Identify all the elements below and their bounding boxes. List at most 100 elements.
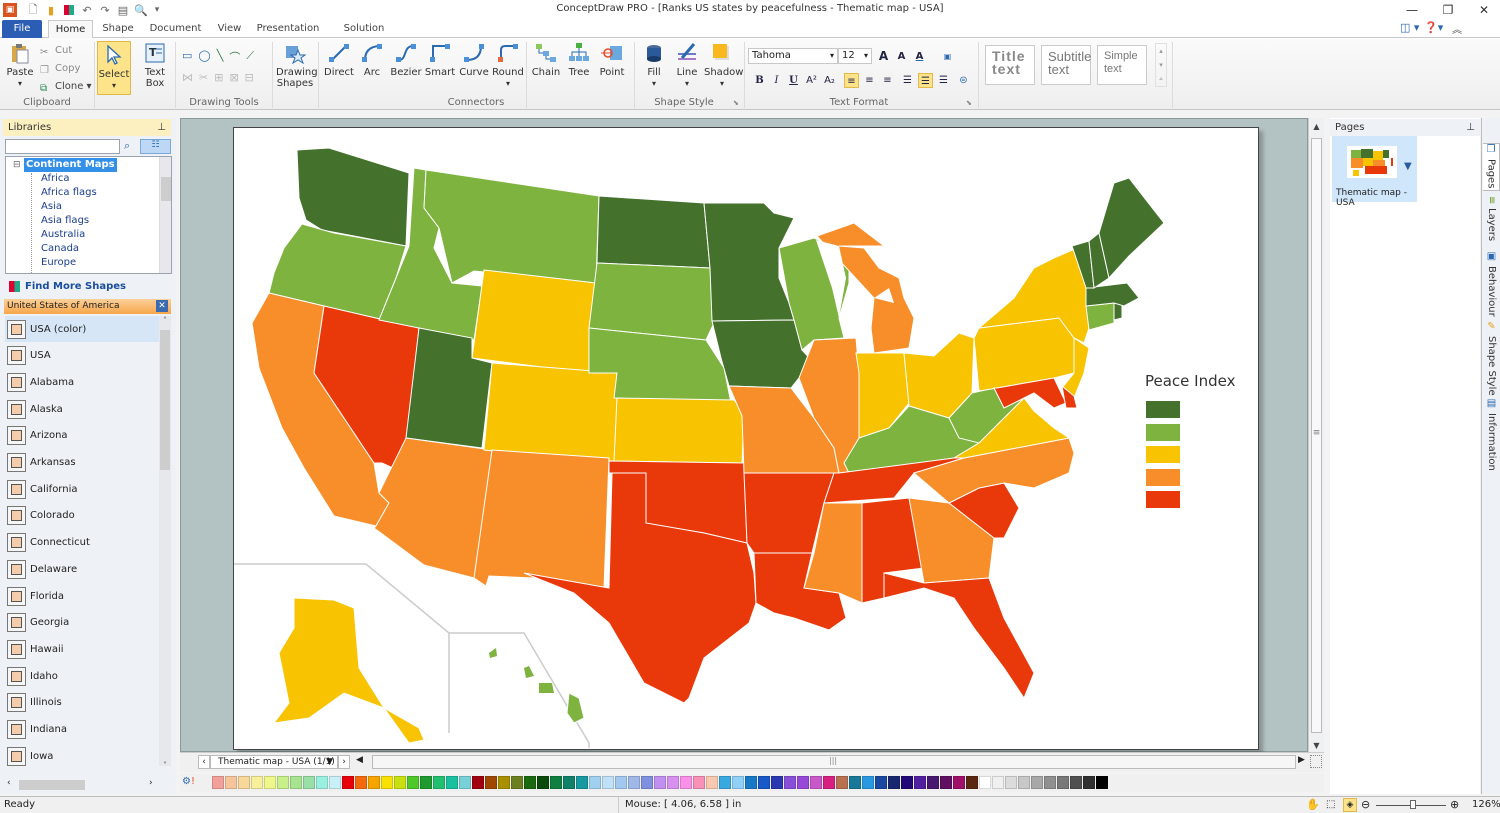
tree-item[interactable]: Asia: [41, 200, 62, 214]
side-tab-behaviour[interactable]: ▣ Behaviour: [1483, 251, 1500, 317]
help-icon[interactable]: ❓▾: [1424, 21, 1443, 34]
library-shape-item[interactable]: Arkansas: [5, 450, 160, 476]
color-swatch[interactable]: [485, 776, 497, 789]
tree-item[interactable]: Africa: [41, 172, 70, 186]
tab-file[interactable]: File: [2, 20, 42, 38]
color-swatch[interactable]: [1005, 776, 1017, 789]
color-swatch[interactable]: [446, 776, 458, 789]
chevron-down-icon[interactable]: ▼: [326, 756, 333, 768]
union-tool-icon[interactable]: ⊞: [214, 71, 223, 84]
scroll-thumb[interactable]: [19, 780, 85, 790]
text-box-button[interactable]: T Text Box: [140, 42, 170, 89]
text-style-subtitle[interactable]: Subtitle text: [1041, 45, 1091, 85]
text-styles-scroll[interactable]: ▴ ▾ ⩡: [1155, 43, 1167, 87]
tree-button[interactable]: Tree: [564, 42, 594, 78]
scroll-down-icon[interactable]: ▼: [1309, 741, 1324, 750]
color-swatch[interactable]: [251, 776, 263, 789]
superscript-button[interactable]: A²: [804, 73, 819, 88]
restore-button[interactable]: ❐: [1436, 2, 1460, 18]
color-swatch[interactable]: [797, 776, 809, 789]
state-ak[interactable]: [272, 597, 425, 744]
legend-swatch-5[interactable]: [1146, 491, 1180, 508]
tree-item[interactable]: Africa flags: [41, 186, 97, 200]
color-swatch[interactable]: [381, 776, 393, 789]
subscript-button[interactable]: A₂: [822, 73, 837, 88]
state-sd[interactable]: [588, 262, 715, 341]
next-page-button[interactable]: ›: [338, 755, 350, 769]
drawing-page[interactable]: Peace Index: [233, 127, 1259, 750]
color-swatch[interactable]: [225, 776, 237, 789]
page-thumbnail-item[interactable]: ▼ Thematic map - USA: [1332, 136, 1417, 208]
state-nm[interactable]: [473, 449, 610, 589]
grow-font-button[interactable]: A: [876, 49, 891, 64]
color-swatch[interactable]: [524, 776, 536, 789]
previous-page-button[interactable]: ‹: [198, 755, 210, 769]
text-style-simple[interactable]: Simple text: [1097, 45, 1147, 85]
align-top-button[interactable]: ☰: [900, 73, 915, 88]
canvas-vertical-scrollbar[interactable]: ▲ ≡ ▼: [1308, 118, 1324, 752]
close-button[interactable]: ✕: [1472, 2, 1496, 18]
color-swatch[interactable]: [1083, 776, 1095, 789]
font-color-button[interactable]: A: [912, 49, 927, 64]
ellipse-tool-icon[interactable]: ◯: [198, 49, 210, 65]
color-swatch[interactable]: [264, 776, 276, 789]
align-center-button[interactable]: ≡: [862, 73, 877, 88]
color-swatch[interactable]: [277, 776, 289, 789]
color-swatch[interactable]: [628, 776, 640, 789]
color-swatch[interactable]: [901, 776, 913, 789]
arc-tool-icon[interactable]: ⌒: [229, 49, 240, 65]
font-family-select[interactable]: Tahoma ▾: [748, 48, 838, 64]
scissors-tool-icon[interactable]: ✂: [199, 71, 208, 84]
tree-item[interactable]: Australia: [41, 228, 85, 242]
direct-connector-button[interactable]: Direct: [322, 42, 356, 78]
curve-connector-button[interactable]: Curve: [458, 42, 490, 78]
state-ks[interactable]: [613, 397, 745, 464]
close-library-icon[interactable]: ✕: [156, 300, 168, 312]
scroll-right-icon[interactable]: ›: [149, 778, 153, 788]
tab-view[interactable]: View: [212, 20, 247, 38]
side-tab-shape-style[interactable]: ✎ Shape Style: [1483, 321, 1500, 396]
tab-home[interactable]: Home: [48, 20, 93, 39]
color-swatch[interactable]: [680, 776, 692, 789]
library-shape-item[interactable]: USA (color): [5, 316, 160, 342]
align-right-button[interactable]: ≡: [880, 73, 895, 88]
round-connector-button[interactable]: Round ▾: [492, 42, 524, 89]
polyline-tool-icon[interactable]: ⟋: [246, 49, 254, 65]
side-tab-information[interactable]: ▤ Information: [1483, 398, 1500, 471]
align-bottom-button[interactable]: ☰: [936, 73, 951, 88]
state-hi-island[interactable]: [524, 666, 534, 678]
palette-options-icon[interactable]: ⚙!: [182, 776, 206, 789]
color-swatch[interactable]: [238, 776, 250, 789]
library-shape-item[interactable]: Connecticut: [5, 530, 160, 556]
color-swatch[interactable]: [407, 776, 419, 789]
library-shape-item[interactable]: Alaska: [5, 396, 160, 422]
collapse-icon[interactable]: ⊟: [13, 160, 21, 170]
zoom-area-icon[interactable]: ⬚: [1326, 797, 1335, 813]
text-background-button[interactable]: ▣: [940, 49, 955, 64]
bold-button[interactable]: B: [752, 73, 767, 88]
italic-button[interactable]: I: [769, 73, 784, 88]
copy-button[interactable]: ❐ Copy: [40, 61, 80, 77]
color-swatch[interactable]: [862, 776, 874, 789]
color-swatch[interactable]: [667, 776, 679, 789]
color-swatch[interactable]: [745, 776, 757, 789]
library-header-usa[interactable]: United States of America ✕: [4, 299, 171, 314]
color-swatch[interactable]: [758, 776, 770, 789]
library-shape-item[interactable]: Idaho: [5, 663, 160, 689]
library-shape-item[interactable]: Florida: [5, 583, 160, 609]
state-me[interactable]: [1098, 177, 1165, 280]
clone-button[interactable]: ⧉ Clone ▾: [40, 79, 92, 95]
zoom-in-button[interactable]: ⊕: [1450, 797, 1459, 813]
color-swatch[interactable]: [615, 776, 627, 789]
cut-button[interactable]: ✂ Cut: [40, 43, 72, 59]
line-tool-icon[interactable]: ╲: [217, 49, 224, 65]
color-swatch[interactable]: [342, 776, 354, 789]
tree-item[interactable]: Canada: [41, 242, 79, 256]
layout-options-icon[interactable]: ◫ ▾: [1400, 21, 1419, 34]
state-co[interactable]: [483, 362, 620, 464]
minimize-button[interactable]: —: [1400, 2, 1424, 18]
color-swatch[interactable]: [706, 776, 718, 789]
color-swatch[interactable]: [849, 776, 861, 789]
color-swatch[interactable]: [719, 776, 731, 789]
color-swatch[interactable]: [316, 776, 328, 789]
